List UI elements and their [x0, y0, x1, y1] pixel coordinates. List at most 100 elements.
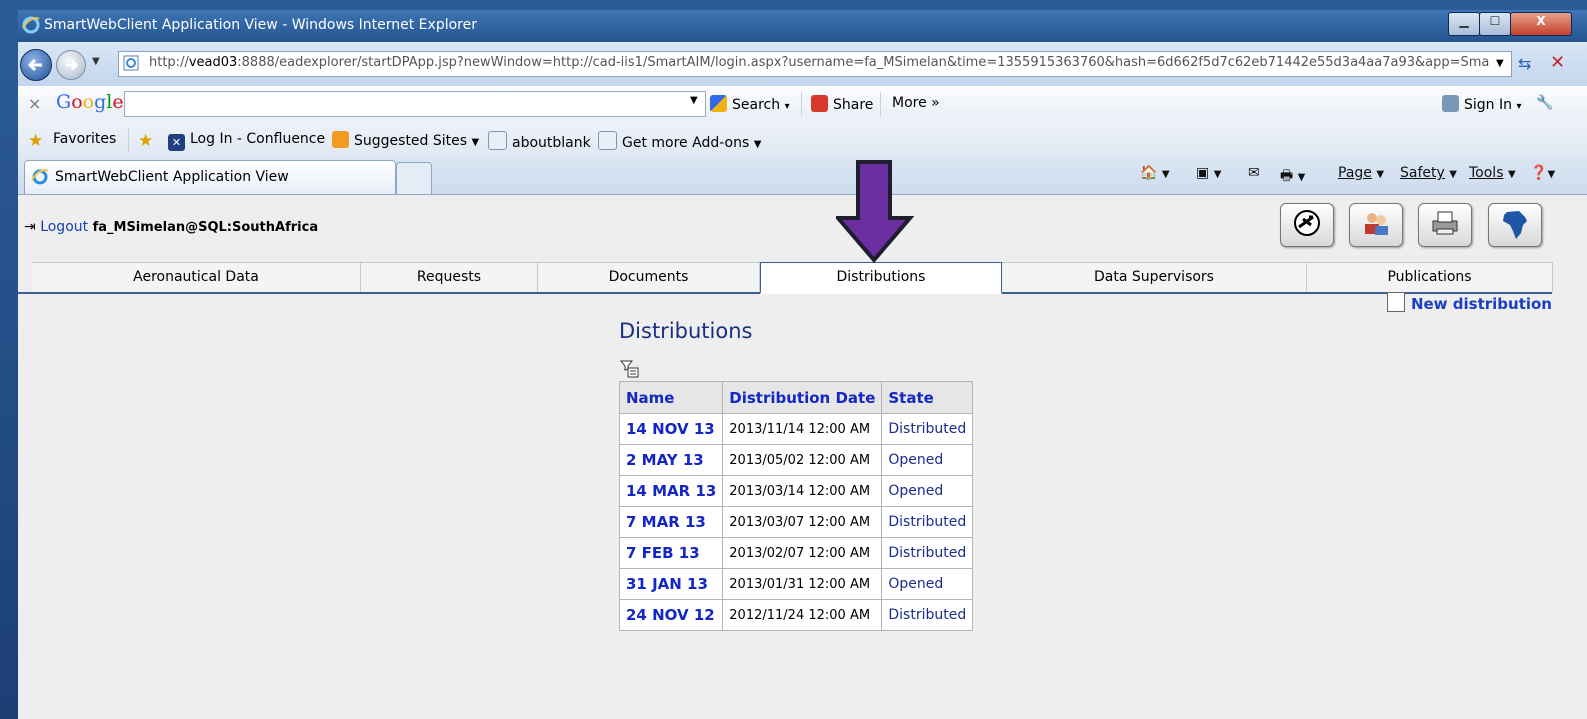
page-icon — [123, 55, 139, 71]
window-title: SmartWebClient Application View - Window… — [44, 17, 477, 33]
printer-icon — [1432, 211, 1458, 235]
url-host: vead03 — [188, 55, 238, 70]
logout-icon[interactable]: ⇥ — [24, 219, 36, 235]
row-name-link[interactable]: 7 MAR 13 — [618, 506, 724, 538]
tools-menu-label: Tools — [1469, 165, 1504, 181]
favorites-button[interactable]: ★ Favorites — [28, 131, 117, 151]
tab-label: SmartWebClient Application View — [55, 169, 289, 185]
row-state: Distributed — [881, 599, 974, 631]
sign-in-label: Sign In — [1464, 97, 1512, 113]
star-icon: ★ — [28, 131, 44, 151]
url-prefix: http:// — [149, 55, 189, 70]
share-button[interactable]: Share — [811, 95, 873, 113]
stop-icon[interactable]: ✕ — [1550, 52, 1565, 73]
history-dropdown-icon[interactable]: ▼ — [92, 56, 100, 67]
maximize-button[interactable]: ☐ — [1479, 12, 1511, 36]
url-text[interactable]: http://vead03:8888/eadexplorer/startDPAp… — [149, 55, 1489, 70]
add-favorite-icon[interactable]: ★ — [138, 131, 163, 151]
row-name-link[interactable]: 7 FEB 13 — [618, 537, 724, 569]
back-arrow-icon — [27, 58, 42, 72]
maximize-icon: ☐ — [1489, 14, 1501, 28]
filter-icon[interactable] — [620, 360, 640, 378]
google-logo: Google — [56, 91, 124, 113]
africa-app-button[interactable] — [1488, 203, 1542, 247]
wrench-icon[interactable]: 🔧 — [1536, 95, 1553, 111]
minimize-button[interactable]: ▁ — [1448, 12, 1480, 36]
ie-icon — [22, 16, 40, 34]
africa-map-icon — [1503, 211, 1527, 239]
tab-data-supervisors[interactable]: Data Supervisors — [1002, 262, 1307, 292]
search-dropdown-icon[interactable]: ▼ — [690, 95, 698, 106]
google-search-icon — [710, 95, 727, 112]
row-name-link[interactable]: 14 MAR 13 — [618, 475, 724, 507]
sign-in-button[interactable]: Sign In ▾ — [1442, 95, 1521, 113]
tools-menu[interactable]: Tools ▼ — [1469, 165, 1516, 181]
fav-item-label: aboutblank — [512, 135, 591, 151]
refresh-icon[interactable]: ⇆ — [1518, 54, 1531, 73]
suggested-sites-icon — [332, 131, 349, 148]
row-name-link[interactable]: 2 MAY 13 — [618, 444, 724, 476]
users-app-button[interactable] — [1349, 203, 1403, 247]
table-row: 2 MAY 13 2013/05/02 12:00 AM Opened — [618, 444, 974, 476]
back-button[interactable] — [20, 49, 52, 81]
row-name-link[interactable]: 14 NOV 13 — [618, 413, 724, 445]
new-distribution-link[interactable]: New distribution — [1386, 292, 1552, 313]
new-tab-button[interactable] — [396, 162, 432, 194]
column-header-state[interactable]: State — [881, 381, 974, 414]
tab-documents[interactable]: Documents — [538, 262, 760, 292]
share-icon — [811, 95, 828, 112]
browser-tab-active[interactable]: SmartWebClient Application View — [24, 160, 396, 194]
fav-item-aboutblank[interactable]: aboutblank — [488, 131, 591, 151]
column-header-name[interactable]: Name — [618, 381, 724, 414]
google-search-button[interactable]: Search ▾ — [710, 95, 790, 113]
app-nav-tabs: Aeronautical Data Requests Documents Dis… — [18, 262, 1553, 294]
url-rest: :8888/eadexplorer/startDPApp.jsp?newWind… — [237, 55, 1489, 70]
row-date: 2013/01/31 12:00 AM — [722, 568, 883, 600]
new-distribution-label: New distribution — [1410, 295, 1552, 313]
logout-link[interactable]: Logout — [40, 219, 88, 235]
tab-requests[interactable]: Requests — [361, 262, 538, 292]
tab-publications[interactable]: Publications — [1307, 262, 1553, 292]
table-row: 24 NOV 12 2012/11/24 12:00 AM Distributed — [618, 599, 974, 631]
user-icon — [1442, 95, 1459, 112]
tab-distributions[interactable]: Distributions — [760, 262, 1002, 294]
more-button[interactable]: More » — [892, 95, 940, 111]
fav-item-confluence[interactable]: ✕ Log In - Confluence — [168, 131, 325, 151]
print-icon[interactable]: 🖶 ▼ — [1280, 165, 1305, 189]
row-name-link[interactable]: 31 JAN 13 — [618, 568, 724, 600]
minimize-icon: ▁ — [1459, 14, 1469, 28]
row-date: 2012/11/24 12:00 AM — [722, 599, 883, 631]
share-label: Share — [833, 97, 874, 113]
row-name-link[interactable]: 24 NOV 12 — [618, 599, 724, 631]
tab-aeronautical-data[interactable]: Aeronautical Data — [32, 262, 361, 292]
row-state: Distributed — [881, 537, 974, 569]
close-button[interactable]: X — [1510, 12, 1572, 36]
fav-item-suggested-sites[interactable]: Suggested Sites ▼ — [332, 131, 479, 149]
fav-item-label: Get more Add-ons — [622, 135, 750, 151]
page-title: Distributions — [619, 319, 753, 343]
favorites-bar: ★ Favorites ★ ✕ Log In - Confluence Sugges… — [18, 122, 1587, 158]
address-bar[interactable]: http://vead03:8888/eadexplorer/startDPAp… — [118, 51, 1512, 77]
address-row: ▼ http://vead03:8888/eadexplorer/startDP… — [18, 42, 1587, 86]
mail-icon[interactable]: ✉ — [1248, 165, 1260, 181]
ie-page-icon — [488, 131, 507, 150]
annotation-down-arrow-icon — [836, 160, 915, 264]
column-header-date[interactable]: Distribution Date — [722, 381, 883, 414]
forward-button[interactable] — [56, 50, 86, 80]
aeronautical-app-button[interactable] — [1280, 203, 1334, 247]
fav-item-addons[interactable]: Get more Add-ons ▼ — [598, 131, 761, 151]
favorites-label: Favorites — [53, 131, 117, 147]
feeds-icon[interactable]: ▣ ▼ — [1196, 165, 1221, 181]
row-state: Opened — [881, 568, 974, 600]
address-dropdown-icon[interactable]: ▼ — [1496, 58, 1504, 69]
printer-app-button[interactable] — [1418, 203, 1472, 247]
page-menu[interactable]: Page ▼ — [1338, 165, 1384, 181]
safety-menu[interactable]: Safety ▼ — [1400, 165, 1457, 181]
table-header-row: Name Distribution Date State — [618, 381, 974, 414]
help-icon[interactable]: ❓▼ — [1530, 165, 1555, 181]
toolbar-close-icon[interactable]: × — [28, 94, 41, 113]
google-search-input[interactable] — [124, 91, 706, 117]
google-toolbar: × Google ▼ Search ▾ Share More » Sign In… — [18, 86, 1587, 123]
row-date: 2013/03/14 12:00 AM — [722, 475, 883, 507]
home-icon[interactable]: 🏠 ▼ — [1140, 165, 1170, 181]
